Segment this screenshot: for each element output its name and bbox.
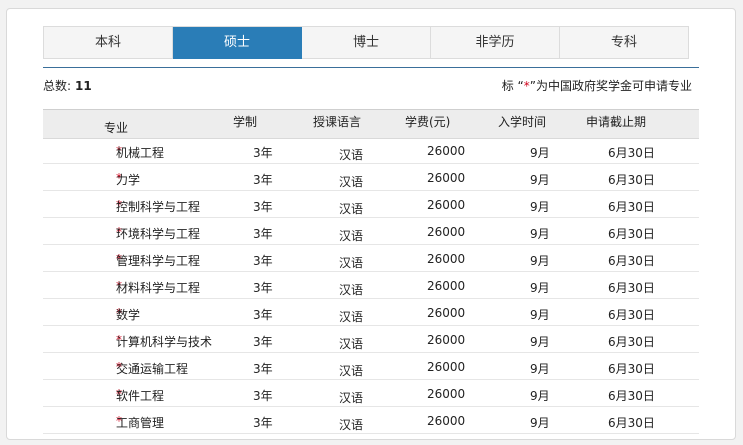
duration-cell: 3年 [253, 308, 273, 322]
deadline-cell: 6月30日 [608, 254, 655, 268]
degree-tabs: 本科 硕士 博士 非学历 专科 [43, 26, 689, 59]
table-row: * 软件工程 3年 汉语 26000 9月 6月30日 [43, 380, 699, 407]
intake-cell: 9月 [530, 200, 550, 214]
language-cell: 汉语 [339, 148, 364, 162]
total-label: 总数: [43, 79, 72, 93]
header-duration: 学制 [233, 115, 258, 129]
intake-cell: 9月 [530, 389, 550, 403]
tuition-cell: 26000 [427, 225, 466, 239]
language-cell: 汉语 [339, 364, 364, 378]
scholarship-note: 标 “*”为中国政府奖学金可申请专业 [502, 77, 692, 94]
intake-cell: 9月 [530, 362, 550, 376]
tuition-cell: 26000 [427, 198, 466, 212]
tuition-cell: 26000 [427, 171, 466, 185]
tab-bachelor[interactable]: 本科 [44, 27, 173, 59]
duration-cell: 3年 [253, 146, 273, 160]
tuition-cell: 26000 [427, 306, 466, 320]
major-name[interactable]: 工商管理 [116, 414, 164, 431]
tab-doctorate[interactable]: 博士 [302, 27, 431, 59]
deadline-cell: 6月30日 [608, 227, 655, 241]
tuition-cell: 26000 [427, 252, 466, 266]
major-name[interactable]: 力学 [116, 171, 140, 188]
intake-cell: 9月 [530, 254, 550, 268]
deadline-cell: 6月30日 [608, 416, 655, 430]
deadline-cell: 6月30日 [608, 335, 655, 349]
header-intake: 入学时间 [498, 115, 547, 129]
deadline-cell: 6月30日 [608, 146, 655, 160]
deadline-cell: 6月30日 [608, 362, 655, 376]
language-cell: 汉语 [339, 175, 364, 189]
major-name[interactable]: 数学 [116, 306, 140, 323]
table-row: * 交通运输工程 3年 汉语 26000 9月 6月30日 [43, 353, 699, 380]
tuition-cell: 26000 [427, 144, 466, 158]
divider [43, 67, 699, 68]
total-count: 总数: 11 [43, 77, 92, 94]
intake-cell: 9月 [530, 281, 550, 295]
table-header: 专业 学制 授课语言 学费(元) 入学时间 申请截止期 [43, 109, 699, 139]
table-row: * 材料科学与工程 3年 汉语 26000 9月 6月30日 [43, 272, 699, 299]
note-prefix: 标 “ [501, 79, 524, 93]
deadline-cell: 6月30日 [608, 281, 655, 295]
tab-master[interactable]: 硕士 [173, 27, 302, 59]
language-cell: 汉语 [339, 337, 364, 351]
tuition-cell: 26000 [427, 387, 466, 401]
table-body: * 机械工程 3年 汉语 26000 9月 6月30日 * 力学 3年 汉语 26000 9月 6月30日… [43, 137, 699, 434]
tuition-cell: 26000 [427, 414, 466, 428]
total-value: 11 [75, 79, 92, 93]
intake-cell: 9月 [530, 173, 550, 187]
deadline-cell: 6月30日 [608, 389, 655, 403]
language-cell: 汉语 [339, 283, 364, 297]
header-tuition: 学费(元) [405, 115, 451, 129]
program-list-panel: 本科 硕士 博士 非学历 专科 总数: 11 标 “*”为中国政府奖学金可申请专业… [6, 8, 736, 440]
deadline-cell: 6月30日 [608, 200, 655, 214]
language-cell: 汉语 [339, 310, 364, 324]
table-row: * 计算机科学与技术 3年 汉语 26000 9月 6月30日 [43, 326, 699, 353]
tab-junior-college[interactable]: 专科 [560, 27, 689, 59]
major-name[interactable]: 软件工程 [116, 387, 164, 404]
intake-cell: 9月 [530, 416, 550, 430]
language-cell: 汉语 [339, 256, 364, 270]
table-row: * 数学 3年 汉语 26000 9月 6月30日 [43, 299, 699, 326]
major-name[interactable]: 计算机科学与技术 [116, 333, 212, 350]
note-suffix: ”为中国政府奖学金可申请专业 [529, 79, 692, 93]
tuition-cell: 26000 [427, 279, 466, 293]
intake-cell: 9月 [530, 335, 550, 349]
table-row: * 控制科学与工程 3年 汉语 26000 9月 6月30日 [43, 191, 699, 218]
language-cell: 汉语 [339, 229, 364, 243]
header-language: 授课语言 [313, 115, 362, 129]
language-cell: 汉语 [339, 202, 364, 216]
table-row: * 力学 3年 汉语 26000 9月 6月30日 [43, 164, 699, 191]
major-name[interactable]: 机械工程 [116, 144, 164, 161]
table-row: * 环境科学与工程 3年 汉语 26000 9月 6月30日 [43, 218, 699, 245]
duration-cell: 3年 [253, 281, 273, 295]
intake-cell: 9月 [530, 308, 550, 322]
table-row: * 管理科学与工程 3年 汉语 26000 9月 6月30日 [43, 245, 699, 272]
duration-cell: 3年 [253, 227, 273, 241]
language-cell: 汉语 [339, 391, 364, 405]
header-deadline: 申请截止期 [586, 115, 647, 129]
duration-cell: 3年 [253, 389, 273, 403]
duration-cell: 3年 [253, 200, 273, 214]
intake-cell: 9月 [530, 227, 550, 241]
tuition-cell: 26000 [427, 360, 466, 374]
deadline-cell: 6月30日 [608, 173, 655, 187]
tuition-cell: 26000 [427, 333, 466, 347]
duration-cell: 3年 [253, 335, 273, 349]
header-major: 专业 [103, 121, 128, 135]
table-row: * 机械工程 3年 汉语 26000 9月 6月30日 [43, 137, 699, 164]
language-cell: 汉语 [339, 418, 364, 432]
duration-cell: 3年 [253, 254, 273, 268]
duration-cell: 3年 [253, 173, 273, 187]
duration-cell: 3年 [253, 362, 273, 376]
major-name[interactable]: 交通运输工程 [116, 360, 188, 377]
intake-cell: 9月 [530, 146, 550, 160]
deadline-cell: 6月30日 [608, 308, 655, 322]
tab-non-degree[interactable]: 非学历 [431, 27, 560, 59]
table-row: * 工商管理 3年 汉语 26000 9月 6月30日 [43, 407, 699, 434]
major-name[interactable]: 环境科学与工程 [116, 225, 200, 242]
major-name[interactable]: 控制科学与工程 [116, 198, 200, 215]
major-name[interactable]: 管理科学与工程 [116, 252, 200, 269]
duration-cell: 3年 [253, 416, 273, 430]
major-name[interactable]: 材料科学与工程 [116, 279, 200, 296]
